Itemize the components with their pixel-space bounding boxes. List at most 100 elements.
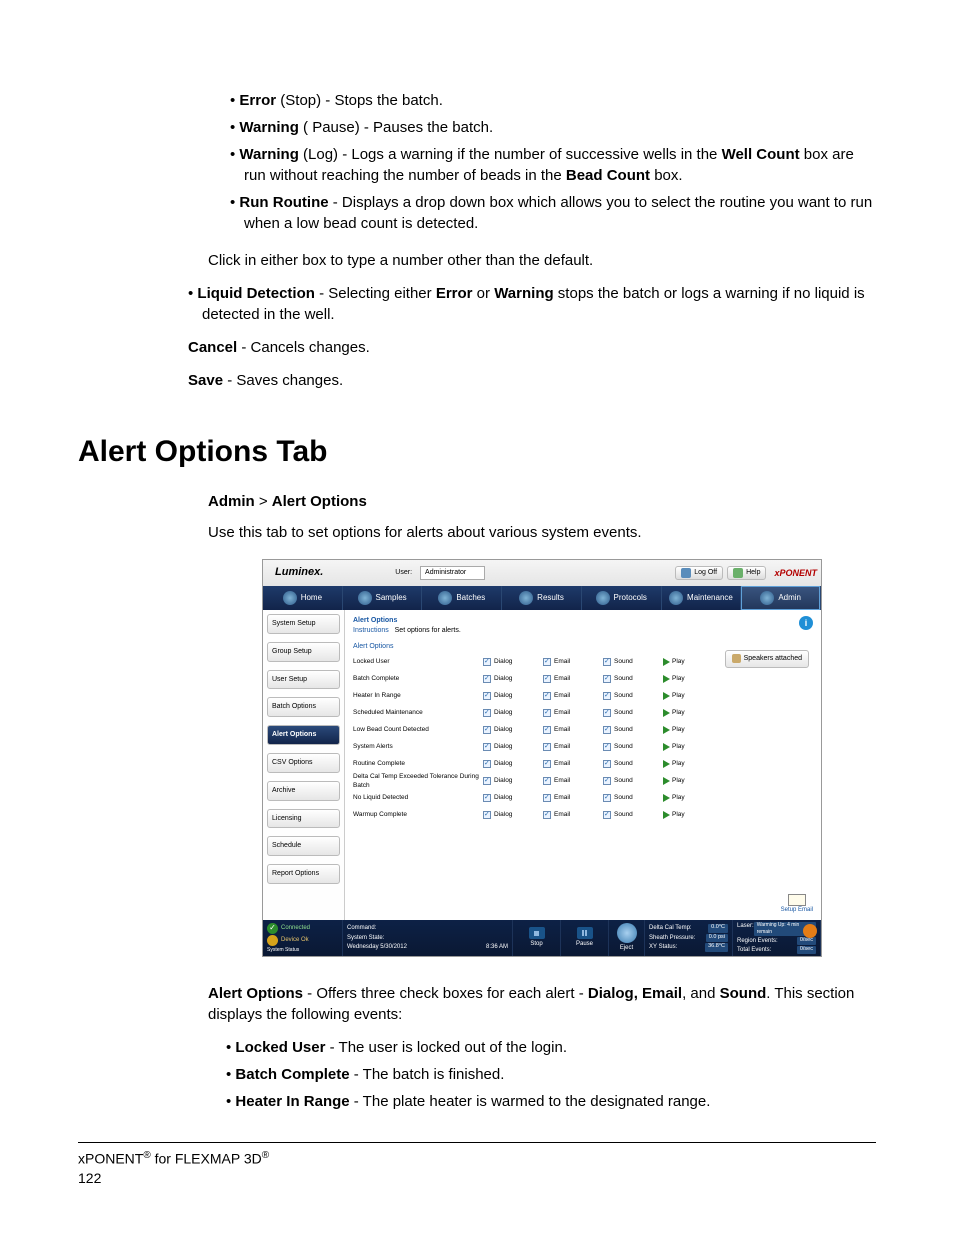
- event-heater-in-range: Heater In Range - The plate heater is wa…: [226, 1091, 876, 1112]
- alert-options-desc: Alert Options - Offers three check boxes…: [208, 983, 876, 1025]
- nav-tab-admin[interactable]: Admin: [741, 586, 821, 610]
- side-user-setup[interactable]: User Setup: [267, 670, 340, 690]
- connected-icon: ✓: [267, 923, 278, 934]
- sound-checkbox[interactable]: Sound: [603, 759, 663, 768]
- check-icon: [543, 760, 551, 768]
- help-button[interactable]: Help: [727, 566, 766, 580]
- email-checkbox[interactable]: Email: [543, 742, 603, 751]
- alert-row: Heater In RangeDialogEmailSoundPlay: [353, 687, 813, 704]
- samples-icon: [358, 591, 372, 605]
- email-checkbox[interactable]: Email: [543, 691, 603, 700]
- check-icon: [603, 658, 611, 666]
- dialog-checkbox[interactable]: Dialog: [483, 742, 543, 751]
- check-icon: [483, 726, 491, 734]
- play-button[interactable]: Play: [663, 742, 703, 751]
- setup-email-button[interactable]: Setup Email: [781, 894, 813, 914]
- reg-mark: ®: [143, 1150, 150, 1161]
- alert-row-label: Warmup Complete: [353, 810, 483, 819]
- dialog-checkbox[interactable]: Dialog: [483, 759, 543, 768]
- dialog-checkbox[interactable]: Dialog: [483, 691, 543, 700]
- alert-row: Low Bead Count DetectedDialogEmailSoundP…: [353, 721, 813, 738]
- check-icon: [483, 692, 491, 700]
- side-archive[interactable]: Archive: [267, 781, 340, 801]
- status-pause[interactable]: Pause: [561, 920, 609, 956]
- dialog-checkbox[interactable]: Dialog: [483, 725, 543, 734]
- sound-checkbox[interactable]: Sound: [603, 793, 663, 802]
- play-button[interactable]: Play: [663, 691, 703, 700]
- app-window: Luminex. User: Administrator Log Off Hel…: [262, 559, 822, 957]
- footer-product-1: xPONENT: [78, 1151, 143, 1167]
- speakers-attached-button[interactable]: Speakers attached: [725, 650, 809, 668]
- sound-checkbox[interactable]: Sound: [603, 708, 663, 717]
- page-footer: xPONENT® for FLEXMAP 3D® 122: [78, 1149, 876, 1189]
- nav-tab-batches[interactable]: Batches: [422, 586, 502, 610]
- sound-checkbox[interactable]: Sound: [603, 691, 663, 700]
- play-button[interactable]: Play: [663, 708, 703, 717]
- info-icon[interactable]: i: [799, 616, 813, 630]
- logoff-button[interactable]: Log Off: [675, 566, 723, 580]
- alert-row-label: Low Bead Count Detected: [353, 725, 483, 734]
- sound-checkbox[interactable]: Sound: [603, 657, 663, 666]
- nav-tab-home[interactable]: Home: [263, 586, 343, 610]
- side-report-options[interactable]: Report Options: [267, 864, 340, 884]
- dialog-checkbox[interactable]: Dialog: [483, 708, 543, 717]
- nav-tab-samples[interactable]: Samples: [343, 586, 423, 610]
- alert-row: Batch CompleteDialogEmailSoundPlay: [353, 670, 813, 687]
- dialog-checkbox[interactable]: Dialog: [483, 657, 543, 666]
- email-checkbox[interactable]: Email: [543, 776, 603, 785]
- side-schedule[interactable]: Schedule: [267, 836, 340, 856]
- sound-checkbox[interactable]: Sound: [603, 674, 663, 683]
- status-stop[interactable]: Stop: [513, 920, 561, 956]
- side-alert-options[interactable]: Alert Options: [267, 725, 340, 745]
- check-icon: [543, 794, 551, 802]
- email-checkbox[interactable]: Email: [543, 810, 603, 819]
- check-icon: [603, 760, 611, 768]
- sound-checkbox[interactable]: Sound: [603, 810, 663, 819]
- play-button[interactable]: Play: [663, 759, 703, 768]
- play-button[interactable]: Play: [663, 657, 703, 666]
- email-checkbox[interactable]: Email: [543, 725, 603, 734]
- side-licensing[interactable]: Licensing: [267, 809, 340, 829]
- email-checkbox[interactable]: Email: [543, 793, 603, 802]
- footer-rule: [78, 1142, 876, 1143]
- play-button[interactable]: Play: [663, 674, 703, 683]
- outer-content: Liquid Detection - Selecting either Erro…: [78, 283, 876, 391]
- main-nav: Home Samples Batches Results Protocols M…: [263, 586, 821, 610]
- nav-tab-protocols[interactable]: Protocols: [582, 586, 662, 610]
- alert-options-table: Locked UserDialogEmailSoundPlayBatch Com…: [353, 653, 813, 823]
- nav-tab-maintenance[interactable]: Maintenance: [662, 586, 742, 610]
- dialog-checkbox[interactable]: Dialog: [483, 674, 543, 683]
- dialog-checkbox[interactable]: Dialog: [483, 776, 543, 785]
- play-button[interactable]: Play: [663, 793, 703, 802]
- sound-checkbox[interactable]: Sound: [603, 725, 663, 734]
- play-button[interactable]: Play: [663, 776, 703, 785]
- email-checkbox[interactable]: Email: [543, 657, 603, 666]
- side-group-setup[interactable]: Group Setup: [267, 642, 340, 662]
- dialog-checkbox[interactable]: Dialog: [483, 793, 543, 802]
- email-checkbox[interactable]: Email: [543, 708, 603, 717]
- body-content: Error (Stop) - Stops the batch. Warning …: [78, 90, 876, 271]
- side-csv-options[interactable]: CSV Options: [267, 753, 340, 773]
- sound-checkbox[interactable]: Sound: [603, 742, 663, 751]
- luminex-logo: Luminex.: [267, 565, 331, 580]
- side-system-setup[interactable]: System Setup: [267, 614, 340, 634]
- status-eject[interactable]: Eject: [609, 920, 645, 956]
- side-batch-options[interactable]: Batch Options: [267, 697, 340, 717]
- play-button[interactable]: Play: [663, 810, 703, 819]
- play-button[interactable]: Play: [663, 725, 703, 734]
- check-icon: [543, 709, 551, 717]
- page-number: 122: [78, 1170, 101, 1186]
- check-icon: [483, 709, 491, 717]
- dialog-checkbox[interactable]: Dialog: [483, 810, 543, 819]
- user-name-field[interactable]: Administrator: [420, 566, 485, 580]
- play-icon: [663, 658, 670, 666]
- check-icon: [483, 658, 491, 666]
- email-checkbox[interactable]: Email: [543, 759, 603, 768]
- liquid-detection-bullet: Liquid Detection - Selecting either Erro…: [188, 283, 876, 325]
- nav-tab-results[interactable]: Results: [502, 586, 582, 610]
- sound-checkbox[interactable]: Sound: [603, 776, 663, 785]
- alert-row: Delta Cal Temp Exceeded Tolerance During…: [353, 772, 813, 789]
- check-icon: [543, 692, 551, 700]
- email-checkbox[interactable]: Email: [543, 674, 603, 683]
- check-icon: [603, 743, 611, 751]
